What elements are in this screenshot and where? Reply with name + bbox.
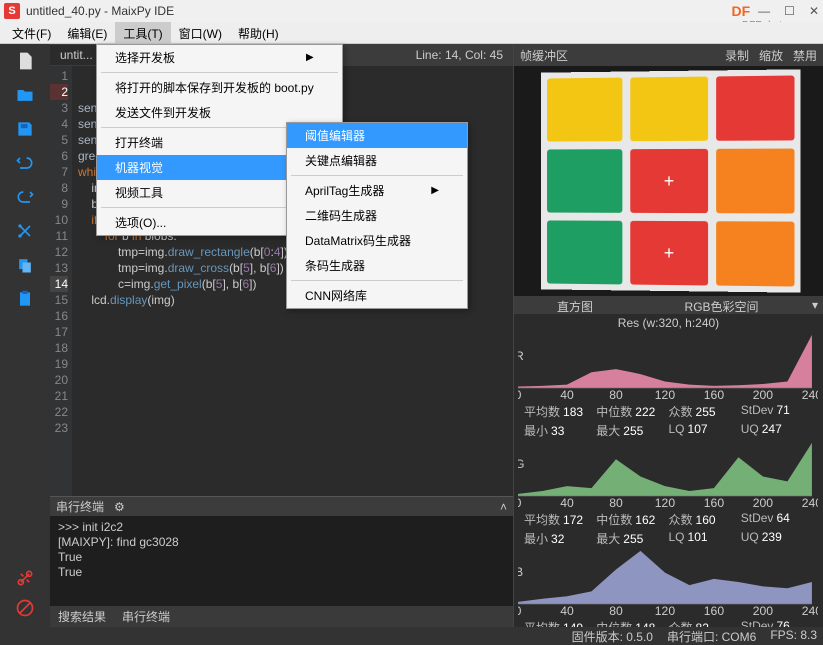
colorspace-tab[interactable]: RGB色彩空间 [636,296,807,314]
terminal-header: 串行终端 ⚙ ˄ [50,496,513,516]
file-tab[interactable]: untit... [50,45,103,65]
bottom-tab[interactable]: 搜索结果 [50,606,114,627]
machine-vision-submenu[interactable]: 阈值编辑器关键点编辑器 AprilTag生成器▶二维码生成器DataMatrix码… [286,122,468,309]
menu-4[interactable]: 帮助(H) [230,22,287,43]
status-item: 固件版本: 0.5.0 [572,628,653,645]
right-panel: 帧缓冲区 录制 缩放 禁用 ++ 直方图 RGB色彩空间 ▾ Res (w:32… [513,44,823,627]
svg-text:160: 160 [704,388,725,402]
svg-text:240: 240 [802,388,818,402]
svg-text:160: 160 [704,496,725,510]
menu-item[interactable]: 将打开的脚本保存到开发板的 boot.py [97,75,342,100]
app-logo: S [4,3,20,19]
menu-0[interactable]: 文件(F) [4,22,59,43]
bottom-tab[interactable]: 串行终端 [114,606,178,627]
run-controls [0,567,50,627]
svg-text:120: 120 [655,604,676,618]
svg-text:80: 80 [609,388,623,402]
stop-icon[interactable] [14,597,36,619]
window-controls: — ☐ ✕ [758,4,819,18]
svg-text:B: B [518,565,523,579]
bottom-tabs: 搜索结果串行终端 [50,606,513,627]
svg-text:120: 120 [655,388,676,402]
maximize-icon[interactable]: ☐ [784,4,795,18]
menu-bar: 文件(F)编辑(E)工具(T)窗口(W)帮助(H) [0,22,823,44]
menu-item[interactable]: 条码生成器 [287,253,467,278]
zoom-button[interactable]: 缩放 [759,47,783,64]
window-title: untitled_40.py - MaixPy IDE [26,4,732,18]
disable-button[interactable]: 禁用 [793,47,817,64]
menu-item[interactable]: AprilTag生成器▶ [287,178,467,203]
paste-icon[interactable] [14,288,36,310]
left-toolbar [0,44,50,627]
svg-text:40: 40 [560,496,574,510]
svg-text:40: 40 [560,604,574,618]
svg-text:R: R [518,349,524,363]
redo-icon[interactable] [14,186,36,208]
menu-item[interactable]: 关键点编辑器 [287,148,467,173]
menu-1[interactable]: 编辑(E) [59,22,115,43]
svg-text:200: 200 [753,604,774,618]
menu-item[interactable]: 二维码生成器 [287,203,467,228]
terminal-settings-icon[interactable]: ⚙ [114,500,125,514]
svg-text:80: 80 [609,496,623,510]
menu-2[interactable]: 工具(T) [115,22,170,43]
histogram-dropdown-icon[interactable]: ▾ [807,296,823,314]
terminal-title: 串行终端 [56,498,104,515]
menu-item[interactable]: 阈值编辑器 [287,123,467,148]
rubik-cube: ++ [541,69,800,292]
status-item: FPS: 8.3 [770,628,817,645]
connect-icon[interactable] [14,567,36,589]
open-file-icon[interactable] [14,84,36,106]
svg-text:160: 160 [704,604,725,618]
svg-text:240: 240 [802,604,818,618]
menu-item[interactable]: DataMatrix码生成器 [287,228,467,253]
histogram-tab[interactable]: 直方图 [514,296,636,314]
cursor-position: Line: 14, Col: 45 [416,48,513,62]
menu-item[interactable]: CNN网络库 [287,283,467,308]
menu-3[interactable]: 窗口(W) [171,22,230,43]
cut-icon[interactable] [14,220,36,242]
svg-text:0: 0 [518,388,522,402]
status-item: 串行端口: COM6 [667,628,756,645]
svg-text:200: 200 [753,388,774,402]
svg-text:40: 40 [560,388,574,402]
minimize-icon[interactable]: — [758,4,770,18]
close-icon[interactable]: ✕ [809,4,819,18]
svg-text:200: 200 [753,496,774,510]
status-bar: 固件版本: 0.5.0 串行端口: COM6 FPS: 8.3 [0,627,823,645]
copy-icon[interactable] [14,254,36,276]
title-bar: S untitled_40.py - MaixPy IDE DF — ☐ ✕ [0,0,823,22]
framebuffer-header: 帧缓冲区 录制 缩放 禁用 [514,44,823,66]
new-file-icon[interactable] [14,50,36,72]
svg-text:80: 80 [609,604,623,618]
svg-text:G: G [518,457,524,471]
save-icon[interactable] [14,118,36,140]
svg-text:120: 120 [655,496,676,510]
terminal-collapse-icon[interactable]: ˄ [500,500,507,514]
line-gutter: 1234567891011121314151617181920212223 [50,66,72,496]
svg-text:240: 240 [802,496,818,510]
df-brand: DF [732,3,751,19]
camera-preview: ++ [514,66,823,296]
histogram-charts: R04080120160200240平均数183中位数222众数255StDev… [514,332,823,627]
record-button[interactable]: 录制 [725,47,749,64]
framebuffer-title: 帧缓冲区 [520,47,715,64]
histogram-header: 直方图 RGB色彩空间 ▾ [514,296,823,314]
serial-terminal[interactable]: >>> init i2c2[MAIXPY]: find gc3028TrueTr… [50,516,513,606]
svg-text:0: 0 [518,604,522,618]
svg-text:0: 0 [518,496,522,510]
undo-icon[interactable] [14,152,36,174]
resolution-label: Res (w:320, h:240) [514,314,823,332]
menu-item[interactable]: 选择开发板▶ [97,45,342,70]
